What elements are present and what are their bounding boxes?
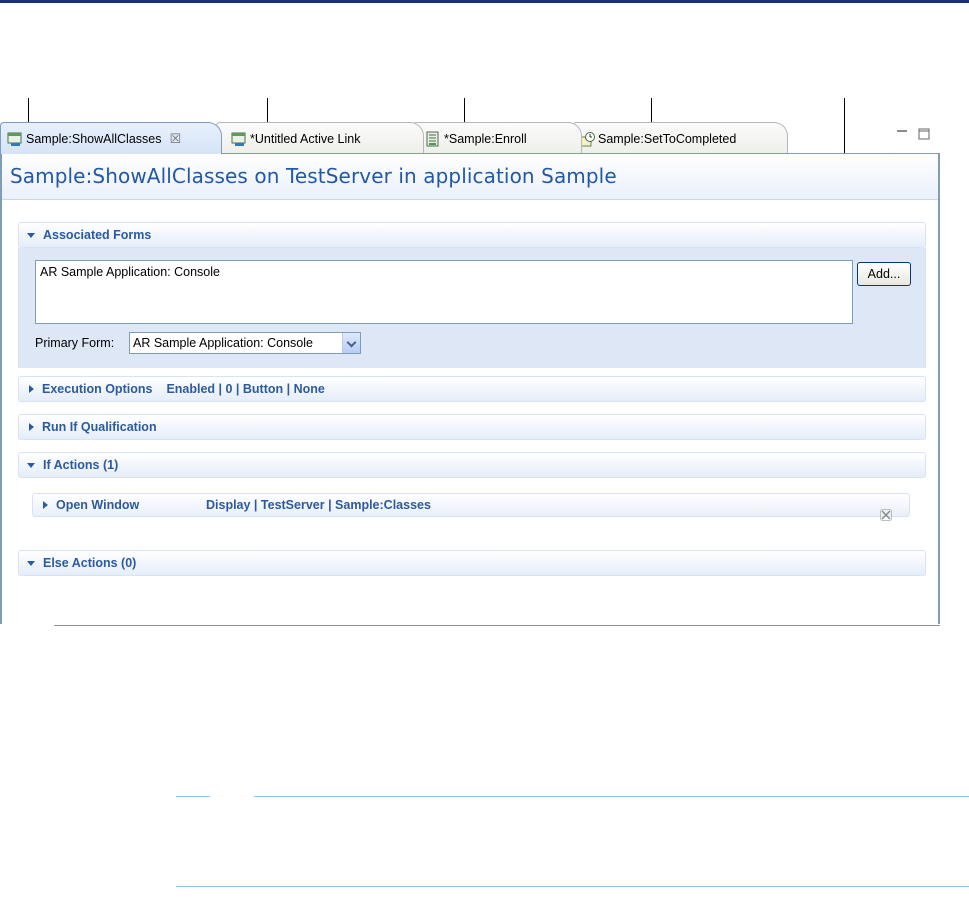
- expand-arrow-icon: [27, 232, 35, 238]
- execution-options-header[interactable]: Execution Options Enabled | 0 | Button |…: [18, 376, 926, 402]
- editor-header: Sample:ShowAllClasses on TestServer in a…: [2, 154, 938, 200]
- list-item[interactable]: AR Sample Application: Console: [40, 265, 848, 279]
- run-if-header[interactable]: Run If Qualification: [18, 414, 926, 440]
- associated-forms-body: AR Sample Application: Console Add... Pr…: [18, 248, 926, 368]
- close-icon[interactable]: ☒: [169, 131, 181, 147]
- else-actions-header[interactable]: Else Actions (0): [18, 550, 926, 576]
- tab-label: *Untitled Active Link: [250, 131, 361, 146]
- top-rule: [0, 0, 969, 3]
- editor-body: Associated Forms AR Sample Application: …: [2, 200, 938, 624]
- execution-options-summary: Enabled | 0 | Button | None: [166, 382, 325, 396]
- chevron-down-icon[interactable]: [342, 333, 360, 353]
- editor-tab-bar: Sample:SetToCompleted *Sample:Enroll *Un…: [0, 122, 940, 154]
- associated-forms-section: Associated Forms AR Sample Application: …: [18, 222, 926, 368]
- section-title: Execution Options: [42, 382, 153, 396]
- active-link-icon: [7, 131, 23, 147]
- expand-arrow-icon: [27, 560, 35, 566]
- active-link-icon: [231, 131, 247, 147]
- associated-forms-header[interactable]: Associated Forms: [18, 222, 926, 248]
- tab-label: Sample:ShowAllClasses: [26, 131, 162, 146]
- maximize-icon[interactable]: [918, 128, 930, 143]
- collapse-arrow-icon: [43, 501, 48, 509]
- tab-label: *Sample:Enroll: [444, 131, 527, 146]
- action-summary: Display | TestServer | Sample:Classes: [206, 498, 431, 512]
- tab-label: Sample:SetToCompleted: [598, 131, 737, 146]
- primary-form-select[interactable]: AR Sample Application: Console: [129, 332, 361, 354]
- active-link-editor: Sample:ShowAllClasses on TestServer in a…: [0, 154, 940, 624]
- editor-bottom-rule: [54, 625, 940, 626]
- section-title: If Actions (1): [43, 458, 119, 472]
- primary-form-value: AR Sample Application: Console: [133, 336, 313, 350]
- primary-form-label: Primary Form:: [35, 336, 115, 350]
- minimize-icon[interactable]: [896, 128, 908, 141]
- add-form-button[interactable]: Add...: [857, 262, 911, 286]
- note-tab-gap: [210, 794, 254, 798]
- note-bottom-rule: [176, 886, 969, 887]
- associated-forms-list[interactable]: AR Sample Application: Console: [35, 260, 853, 324]
- collapse-arrow-icon: [29, 423, 34, 431]
- action-name: Open Window: [56, 498, 140, 512]
- section-title: Else Actions (0): [43, 556, 137, 570]
- collapse-arrow-icon: [29, 385, 34, 393]
- page-title: Sample:ShowAllClasses on TestServer in a…: [10, 164, 617, 188]
- delete-action-icon[interactable]: [880, 508, 892, 524]
- tab-show-all-classes[interactable]: Sample:ShowAllClasses ☒: [0, 122, 222, 154]
- if-actions-section: If Actions (1): [18, 452, 926, 478]
- section-title: Run If Qualification: [42, 420, 157, 434]
- tab-form[interactable]: *Sample:Enroll: [412, 122, 582, 154]
- run-if-section: Run If Qualification: [18, 414, 926, 440]
- execution-options-section: Execution Options Enabled | 0 | Button |…: [18, 376, 926, 402]
- expand-arrow-icon: [27, 462, 35, 468]
- note-top-rule: [176, 796, 969, 797]
- else-actions-section: Else Actions (0): [18, 550, 926, 576]
- tab-untitled-active-link[interactable]: *Untitled Active Link: [216, 122, 424, 154]
- if-actions-header[interactable]: If Actions (1): [18, 452, 926, 478]
- section-title: Associated Forms: [43, 228, 152, 242]
- form-icon: [425, 131, 441, 147]
- tab-escalation[interactable]: Sample:SetToCompleted: [572, 122, 788, 154]
- open-window-action[interactable]: Open Window Display | TestServer | Sampl…: [32, 493, 910, 517]
